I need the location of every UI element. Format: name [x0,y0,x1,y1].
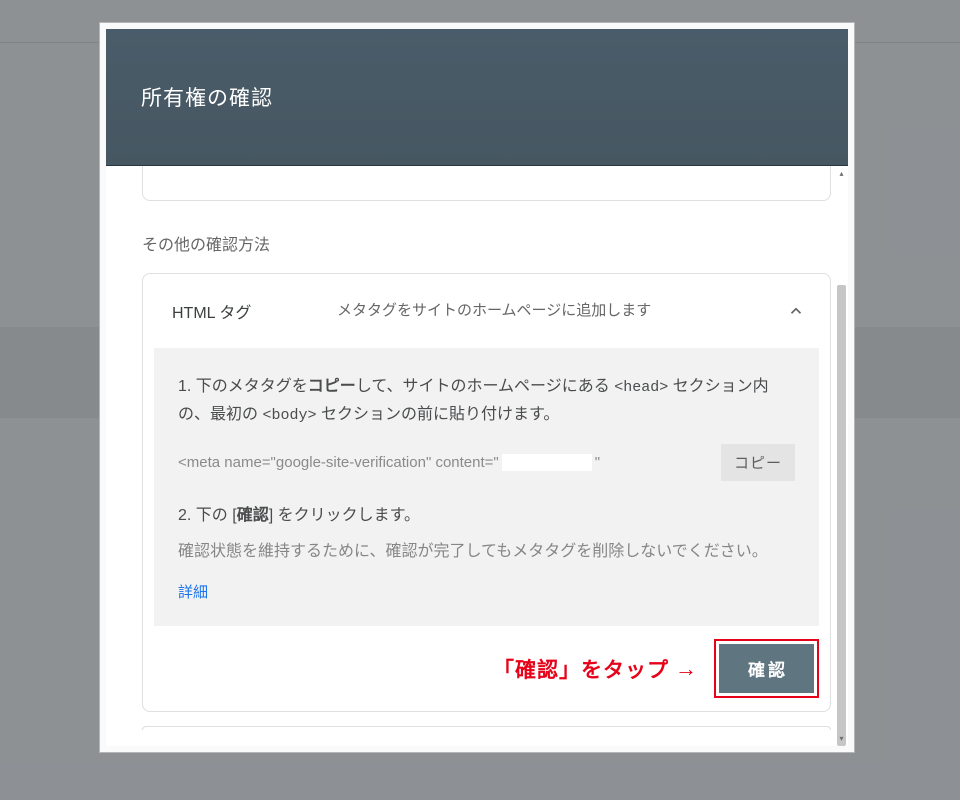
method-description: メタタグをサイトのホームページに追加します [337,299,765,322]
chevron-up-icon [785,300,807,322]
action-row: 「確認」をタップ → 確認 [143,626,830,711]
next-method-card-peek[interactable] [142,726,831,730]
step-1-text: 1. 下のメタタグをコピーして、サイトのホームページにある <head> セクシ… [178,373,795,429]
dialog-body: その他の確認方法 HTML タグ メタタグをサイトのホームページに追加します 1… [106,166,848,746]
meta-tag-code[interactable]: <meta name="google-site-verification" co… [178,454,709,471]
copy-button[interactable]: コピー [721,444,795,481]
verify-ownership-dialog: 所有権の確認 その他の確認方法 HTML タグ メタタグをサイトのホームページに… [99,22,855,753]
html-tag-method-card: HTML タグ メタタグをサイトのホームページに追加します 1. 下のメタタグを… [142,273,831,712]
scroll-up-icon[interactable]: ▴ [837,169,846,178]
method-name: HTML タグ [172,299,317,323]
other-methods-label: その他の確認方法 [142,231,831,255]
arrow-right-icon: → [675,656,696,682]
meta-tag-row: <meta name="google-site-verification" co… [178,444,795,481]
dialog-header: 所有権の確認 [106,29,848,166]
details-link[interactable]: 詳細 [178,584,208,601]
scrollbar-track[interactable]: ▴ ▾ [835,166,848,746]
dialog-title: 所有権の確認 [141,82,273,112]
scroll-down-icon[interactable]: ▾ [837,734,846,743]
tap-confirm-annotation: 「確認」をタップ → [493,654,696,684]
step-2-text: 2. 下の [確認] をクリックします。 [178,501,795,525]
confirm-button-highlight: 確認 [714,639,819,698]
previous-method-card-collapsed[interactable] [142,166,831,201]
html-tag-instructions-panel: 1. 下のメタタグをコピーして、サイトのホームページにある <head> セクシ… [154,348,819,626]
scrollbar-thumb[interactable] [837,285,846,746]
keep-tag-note: 確認状態を維持するために、確認が完了してもメタタグを削除しないでください。 [178,538,795,566]
confirm-button[interactable]: 確認 [719,644,814,693]
redacted-token [502,454,592,471]
html-tag-method-header[interactable]: HTML タグ メタタグをサイトのホームページに追加します [143,274,830,348]
